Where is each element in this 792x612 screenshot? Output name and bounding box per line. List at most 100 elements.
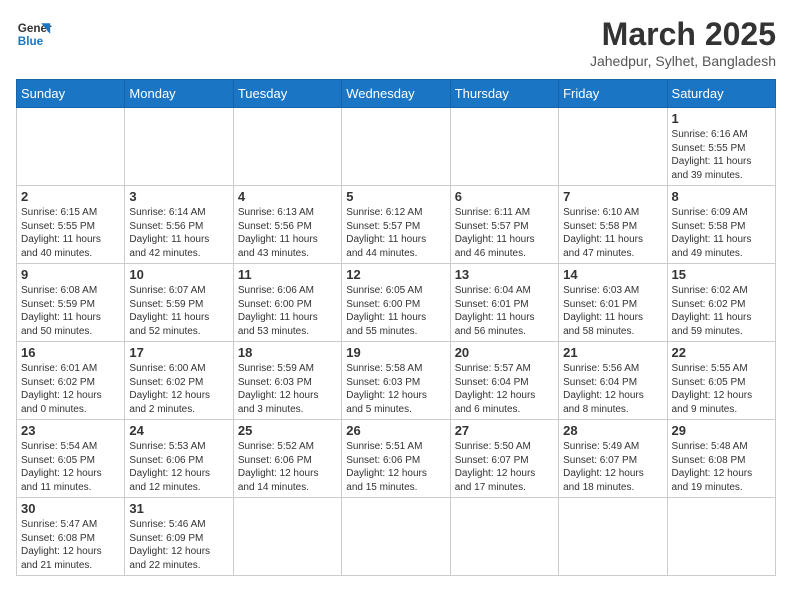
day-sun-info: Sunrise: 5:47 AM Sunset: 6:08 PM Dayligh… bbox=[21, 518, 120, 572]
day-number: 25 bbox=[238, 423, 337, 438]
day-sun-info: Sunrise: 6:13 AM Sunset: 5:56 PM Dayligh… bbox=[238, 206, 337, 260]
weekday-header-tuesday: Tuesday bbox=[233, 80, 341, 108]
calendar-cell: 14 Sunrise: 6:03 AM Sunset: 6:01 PM Dayli… bbox=[559, 264, 667, 342]
calendar-cell bbox=[450, 108, 558, 186]
weekday-header-row: SundayMondayTuesdayWednesdayThursdayFrid… bbox=[17, 80, 776, 108]
calendar-cell: 9 Sunrise: 6:08 AM Sunset: 5:59 PM Daylig… bbox=[17, 264, 125, 342]
calendar-cell: 19 Sunrise: 5:58 AM Sunset: 6:03 PM Dayli… bbox=[342, 342, 450, 420]
day-number: 22 bbox=[672, 345, 771, 360]
calendar-cell: 4Sunrise: 6:13 AM Sunset: 5:56 PM Daylig… bbox=[233, 186, 341, 264]
calendar-cell bbox=[667, 498, 775, 576]
calendar-cell: 1 Sunrise: 6:16 AM Sunset: 5:55 PM Daylig… bbox=[667, 108, 775, 186]
calendar-cell: 30 Sunrise: 5:47 AM Sunset: 6:08 PM Dayli… bbox=[17, 498, 125, 576]
day-number: 2 bbox=[21, 189, 120, 204]
day-sun-info: Sunrise: 5:46 AM Sunset: 6:09 PM Dayligh… bbox=[129, 518, 228, 572]
calendar-cell: 31 Sunrise: 5:46 AM Sunset: 6:09 PM Dayli… bbox=[125, 498, 233, 576]
day-number: 17 bbox=[129, 345, 228, 360]
calendar-week-5: 30 Sunrise: 5:47 AM Sunset: 6:08 PM Dayli… bbox=[17, 498, 776, 576]
calendar-cell bbox=[450, 498, 558, 576]
calendar-cell: 23Sunrise: 5:54 AM Sunset: 6:05 PM Dayli… bbox=[17, 420, 125, 498]
day-sun-info: Sunrise: 6:08 AM Sunset: 5:59 PM Dayligh… bbox=[21, 284, 120, 338]
calendar-cell: 7Sunrise: 6:10 AM Sunset: 5:58 PM Daylig… bbox=[559, 186, 667, 264]
day-sun-info: Sunrise: 5:48 AM Sunset: 6:08 PM Dayligh… bbox=[672, 440, 771, 494]
day-number: 14 bbox=[563, 267, 662, 282]
calendar-week-1: 2 Sunrise: 6:15 AM Sunset: 5:55 PM Daylig… bbox=[17, 186, 776, 264]
day-sun-info: Sunrise: 6:05 AM Sunset: 6:00 PM Dayligh… bbox=[346, 284, 445, 338]
day-number: 20 bbox=[455, 345, 554, 360]
calendar-cell: 15 Sunrise: 6:02 AM Sunset: 6:02 PM Dayli… bbox=[667, 264, 775, 342]
day-sun-info: Sunrise: 6:04 AM Sunset: 6:01 PM Dayligh… bbox=[455, 284, 554, 338]
weekday-header-wednesday: Wednesday bbox=[342, 80, 450, 108]
month-year-title: March 2025 bbox=[590, 16, 776, 53]
calendar-cell: 28 Sunrise: 5:49 AM Sunset: 6:07 PM Dayli… bbox=[559, 420, 667, 498]
calendar-cell: 5Sunrise: 6:12 AM Sunset: 5:57 PM Daylig… bbox=[342, 186, 450, 264]
calendar-cell bbox=[17, 108, 125, 186]
day-number: 12 bbox=[346, 267, 445, 282]
day-number: 6 bbox=[455, 189, 554, 204]
calendar-cell bbox=[233, 108, 341, 186]
calendar-cell: 20 Sunrise: 5:57 AM Sunset: 6:04 PM Dayli… bbox=[450, 342, 558, 420]
day-number: 28 bbox=[563, 423, 662, 438]
calendar-cell: 3Sunrise: 6:14 AM Sunset: 5:56 PM Daylig… bbox=[125, 186, 233, 264]
calendar-week-0: 1 Sunrise: 6:16 AM Sunset: 5:55 PM Daylig… bbox=[17, 108, 776, 186]
day-number: 11 bbox=[238, 267, 337, 282]
day-sun-info: Sunrise: 5:50 AM Sunset: 6:07 PM Dayligh… bbox=[455, 440, 554, 494]
day-number: 27 bbox=[455, 423, 554, 438]
calendar-week-2: 9 Sunrise: 6:08 AM Sunset: 5:59 PM Daylig… bbox=[17, 264, 776, 342]
day-sun-info: Sunrise: 5:51 AM Sunset: 6:06 PM Dayligh… bbox=[346, 440, 445, 494]
day-sun-info: Sunrise: 5:57 AM Sunset: 6:04 PM Dayligh… bbox=[455, 362, 554, 416]
day-number: 15 bbox=[672, 267, 771, 282]
day-sun-info: Sunrise: 5:49 AM Sunset: 6:07 PM Dayligh… bbox=[563, 440, 662, 494]
svg-text:Blue: Blue bbox=[18, 35, 44, 48]
day-sun-info: Sunrise: 5:53 AM Sunset: 6:06 PM Dayligh… bbox=[129, 440, 228, 494]
calendar-week-3: 16Sunrise: 6:01 AM Sunset: 6:02 PM Dayli… bbox=[17, 342, 776, 420]
day-sun-info: Sunrise: 6:15 AM Sunset: 5:55 PM Dayligh… bbox=[21, 206, 120, 260]
logo-icon: General Blue bbox=[16, 16, 52, 52]
calendar-cell: 2 Sunrise: 6:15 AM Sunset: 5:55 PM Daylig… bbox=[17, 186, 125, 264]
calendar-table: SundayMondayTuesdayWednesdayThursdayFrid… bbox=[16, 79, 776, 576]
day-number: 8 bbox=[672, 189, 771, 204]
day-number: 10 bbox=[129, 267, 228, 282]
weekday-header-sunday: Sunday bbox=[17, 80, 125, 108]
weekday-header-saturday: Saturday bbox=[667, 80, 775, 108]
day-number: 9 bbox=[21, 267, 120, 282]
calendar-cell bbox=[559, 108, 667, 186]
weekday-header-thursday: Thursday bbox=[450, 80, 558, 108]
day-sun-info: Sunrise: 6:00 AM Sunset: 6:02 PM Dayligh… bbox=[129, 362, 228, 416]
day-number: 21 bbox=[563, 345, 662, 360]
day-number: 19 bbox=[346, 345, 445, 360]
day-number: 31 bbox=[129, 501, 228, 516]
day-sun-info: Sunrise: 6:02 AM Sunset: 6:02 PM Dayligh… bbox=[672, 284, 771, 338]
day-sun-info: Sunrise: 6:16 AM Sunset: 5:55 PM Dayligh… bbox=[672, 128, 771, 182]
day-sun-info: Sunrise: 6:09 AM Sunset: 5:58 PM Dayligh… bbox=[672, 206, 771, 260]
day-number: 5 bbox=[346, 189, 445, 204]
title-block: March 2025 Jahedpur, Sylhet, Bangladesh bbox=[590, 16, 776, 69]
calendar-cell: 8 Sunrise: 6:09 AM Sunset: 5:58 PM Daylig… bbox=[667, 186, 775, 264]
day-sun-info: Sunrise: 6:01 AM Sunset: 6:02 PM Dayligh… bbox=[21, 362, 120, 416]
calendar-cell: 24 Sunrise: 5:53 AM Sunset: 6:06 PM Dayli… bbox=[125, 420, 233, 498]
weekday-header-friday: Friday bbox=[559, 80, 667, 108]
calendar-cell: 18 Sunrise: 5:59 AM Sunset: 6:03 PM Dayli… bbox=[233, 342, 341, 420]
day-number: 1 bbox=[672, 111, 771, 126]
calendar-cell: 17 Sunrise: 6:00 AM Sunset: 6:02 PM Dayli… bbox=[125, 342, 233, 420]
calendar-cell: 13Sunrise: 6:04 AM Sunset: 6:01 PM Dayli… bbox=[450, 264, 558, 342]
day-sun-info: Sunrise: 5:55 AM Sunset: 6:05 PM Dayligh… bbox=[672, 362, 771, 416]
calendar-cell: 21Sunrise: 5:56 AM Sunset: 6:04 PM Dayli… bbox=[559, 342, 667, 420]
day-number: 30 bbox=[21, 501, 120, 516]
day-sun-info: Sunrise: 6:10 AM Sunset: 5:58 PM Dayligh… bbox=[563, 206, 662, 260]
weekday-header-monday: Monday bbox=[125, 80, 233, 108]
day-sun-info: Sunrise: 5:52 AM Sunset: 6:06 PM Dayligh… bbox=[238, 440, 337, 494]
calendar-week-4: 23Sunrise: 5:54 AM Sunset: 6:05 PM Dayli… bbox=[17, 420, 776, 498]
logo: General Blue bbox=[16, 16, 52, 52]
calendar-cell: 29Sunrise: 5:48 AM Sunset: 6:08 PM Dayli… bbox=[667, 420, 775, 498]
calendar-cell: 22 Sunrise: 5:55 AM Sunset: 6:05 PM Dayli… bbox=[667, 342, 775, 420]
calendar-cell: 12 Sunrise: 6:05 AM Sunset: 6:00 PM Dayli… bbox=[342, 264, 450, 342]
day-sun-info: Sunrise: 6:07 AM Sunset: 5:59 PM Dayligh… bbox=[129, 284, 228, 338]
day-number: 18 bbox=[238, 345, 337, 360]
calendar-cell: 27 Sunrise: 5:50 AM Sunset: 6:07 PM Dayli… bbox=[450, 420, 558, 498]
day-sun-info: Sunrise: 5:59 AM Sunset: 6:03 PM Dayligh… bbox=[238, 362, 337, 416]
day-sun-info: Sunrise: 6:03 AM Sunset: 6:01 PM Dayligh… bbox=[563, 284, 662, 338]
day-sun-info: Sunrise: 5:58 AM Sunset: 6:03 PM Dayligh… bbox=[346, 362, 445, 416]
day-number: 24 bbox=[129, 423, 228, 438]
page-header: General Blue March 2025 Jahedpur, Sylhet… bbox=[16, 16, 776, 69]
